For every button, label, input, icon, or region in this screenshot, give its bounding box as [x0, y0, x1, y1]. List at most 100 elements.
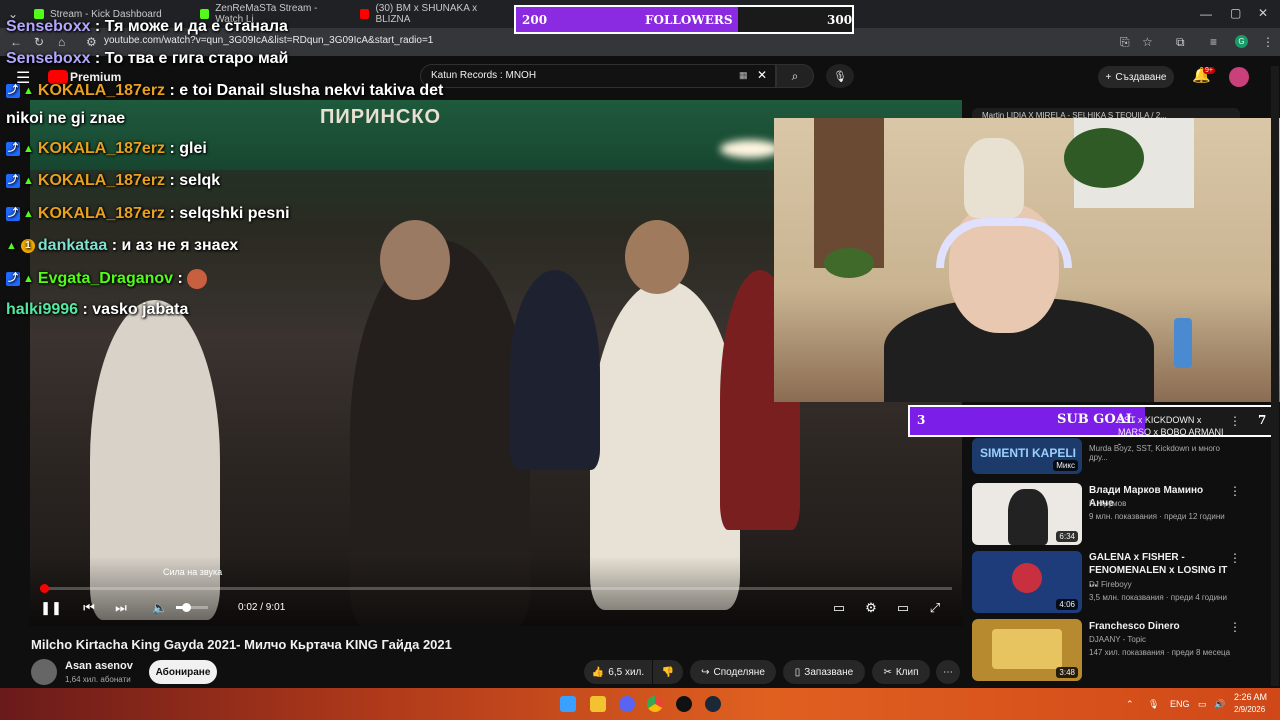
tray-chevron-icon[interactable]: ⌃: [1126, 699, 1134, 710]
file-explorer-icon[interactable]: [590, 696, 606, 712]
create-button[interactable]: + Създаване: [1098, 66, 1174, 88]
previous-icon[interactable]: ⏮: [80, 599, 98, 617]
chat-username[interactable]: Senseboxx: [6, 18, 90, 35]
tab-youtube[interactable]: (30) BM x SHUNAKA x BLIZNA: [352, 3, 507, 25]
chat-text: nikoi ne gi znae: [6, 110, 126, 127]
rec-thumbnail[interactable]: SIMENTI KAPELI Микс: [972, 438, 1082, 474]
progress-bar[interactable]: [40, 587, 952, 590]
fullscreen-icon[interactable]: ⤢: [926, 599, 944, 617]
rec-more-icon[interactable]: ⋮: [1229, 484, 1241, 498]
maximize-icon[interactable]: ▢: [1230, 6, 1241, 20]
webcam-shelf: [814, 118, 884, 268]
chat-message: Senseboxx : Тя може и да е станала: [6, 18, 288, 36]
media-icon[interactable]: ≡: [1210, 35, 1217, 49]
tray-mic-icon[interactable]: 🎙: [1148, 699, 1159, 710]
dislike-button[interactable]: 👎: [653, 660, 683, 684]
theater-mode-icon[interactable]: ▭: [894, 599, 912, 617]
chat-username[interactable]: KOKALA_187erz: [38, 205, 165, 222]
chat-separator: :: [90, 50, 105, 67]
volume-icon[interactable]: 🔈: [151, 599, 169, 617]
clock-date[interactable]: 2/9/2026: [1234, 705, 1265, 714]
channel-avatar[interactable]: [31, 659, 57, 685]
person-head: [380, 220, 450, 300]
channel-name[interactable]: Asan asenov: [65, 660, 133, 672]
time-display: 0:02 / 9:01: [238, 602, 286, 613]
account-avatar[interactable]: [1229, 67, 1249, 87]
discord-icon[interactable]: [619, 696, 635, 712]
clock-time[interactable]: 2:26 AM: [1234, 692, 1267, 702]
url-field[interactable]: youtube.com/watch?v=qun_3G09IcA&list=RDq…: [104, 35, 433, 46]
subtitles-icon[interactable]: ▭: [830, 599, 848, 617]
thumb-gold-bar: [992, 629, 1062, 669]
steam-icon[interactable]: [705, 696, 721, 712]
rec-more-icon[interactable]: ⋮: [1229, 414, 1241, 428]
install-icon[interactable]: ⎘: [1120, 35, 1130, 50]
chat-username[interactable]: Evgata_Draganov: [38, 270, 173, 287]
volume-tooltip: Сила на звука: [163, 567, 223, 577]
chat-separator: :: [90, 18, 105, 35]
rec-title[interactable]: Franchesco Dinero: [1089, 620, 1229, 633]
chat-username[interactable]: KOKALA_187erz: [38, 82, 165, 99]
video-watermark: ПИРИНСКО: [320, 106, 442, 128]
clip-button[interactable]: ✂ Клип: [872, 660, 930, 684]
voice-search-button[interactable]: 🎙: [826, 64, 854, 88]
extensions-icon[interactable]: ⧉: [1176, 35, 1185, 50]
browser-menu-icon[interactable]: ⋮: [1262, 35, 1274, 49]
share-button[interactable]: ↪ Споделяне: [690, 660, 776, 684]
rec-thumbnail[interactable]: 4:06: [972, 551, 1082, 613]
share-icon: ↪: [701, 666, 710, 678]
bookmark-star-icon[interactable]: ☆: [1142, 35, 1153, 49]
save-button[interactable]: ▯ Запазване: [783, 660, 865, 684]
network-icon[interactable]: ▭: [1198, 699, 1207, 710]
chat-username[interactable]: Senseboxx: [6, 50, 90, 67]
chat-username[interactable]: halki9996: [6, 301, 78, 318]
minimize-icon[interactable]: —: [1200, 7, 1212, 21]
reload-icon[interactable]: ↻: [34, 35, 44, 49]
rec-more-icon[interactable]: ⋮: [1229, 551, 1241, 565]
chat-separator: :: [173, 270, 188, 288]
settings-gear-icon[interactable]: ⚙: [862, 599, 880, 617]
search-button[interactable]: ⌕: [776, 64, 814, 88]
rec-channel[interactable]: DJAANY - Topic: [1089, 635, 1239, 644]
scissors-icon: ✂: [883, 666, 892, 678]
clear-search-icon[interactable]: ✕: [757, 68, 767, 82]
sub-badge-icon: ▲: [23, 142, 34, 155]
rec-stats: 9 млн. показвания · преди 12 години: [1089, 512, 1225, 521]
video-title: Milcho Kirtacha King Gayda 2021- Милчо К…: [31, 637, 452, 652]
page-scrollbar[interactable]: [1271, 66, 1279, 686]
language-indicator[interactable]: ENG: [1170, 699, 1190, 709]
rec-thumbnail[interactable]: 6:34: [972, 483, 1082, 545]
chat-username[interactable]: KOKALA_187erz: [38, 140, 165, 157]
windows-start-icon[interactable]: [560, 696, 576, 712]
subscribe-button[interactable]: Абониране: [149, 660, 217, 684]
close-window-icon[interactable]: ✕: [1258, 6, 1268, 20]
volume-slider-knob[interactable]: [181, 603, 191, 612]
profile-avatar[interactable]: G: [1235, 35, 1248, 48]
clip-label: Клип: [895, 666, 919, 678]
progress-scrubber[interactable]: [39, 584, 49, 593]
month-badge-icon: 1: [20, 238, 35, 253]
speaker-icon[interactable]: 🔊: [1214, 699, 1225, 710]
back-icon[interactable]: ←: [10, 35, 22, 49]
bookmark-icon: ▯: [794, 666, 801, 678]
chat-username[interactable]: dankataa: [38, 237, 107, 254]
keyboard-icon[interactable]: ▦: [739, 70, 748, 81]
chrome-icon[interactable]: [647, 696, 663, 712]
rec-more-icon[interactable]: ⋮: [1229, 620, 1241, 634]
rec-channel[interactable]: DJ Fireboyy: [1089, 580, 1239, 589]
kick-badge-icon: ⤴: [6, 272, 20, 286]
more-actions-button[interactable]: ⋯: [936, 660, 960, 684]
chat-username[interactable]: KOKALA_187erz: [38, 172, 165, 189]
like-button[interactable]: 👍 6,5 хил.: [584, 660, 652, 684]
home-icon[interactable]: ⌂: [58, 35, 65, 49]
rec-channel[interactable]: Н. Крумов: [1089, 499, 1239, 508]
rec-meta: Murda Boyz, SST, Kickdown и много дру...: [1089, 444, 1220, 462]
search-input[interactable]: Katun Records : MNOH ▦ ✕: [420, 64, 776, 88]
sub-badge-icon: ▲: [23, 174, 34, 187]
rec-thumbnail[interactable]: 3:48: [972, 619, 1082, 681]
pause-icon[interactable]: ❚❚: [40, 599, 62, 617]
obs-icon[interactable]: [676, 696, 692, 712]
share-label: Споделяне: [713, 666, 765, 678]
site-info-icon[interactable]: ⚙: [86, 35, 97, 49]
next-icon[interactable]: ⏭: [112, 599, 130, 617]
